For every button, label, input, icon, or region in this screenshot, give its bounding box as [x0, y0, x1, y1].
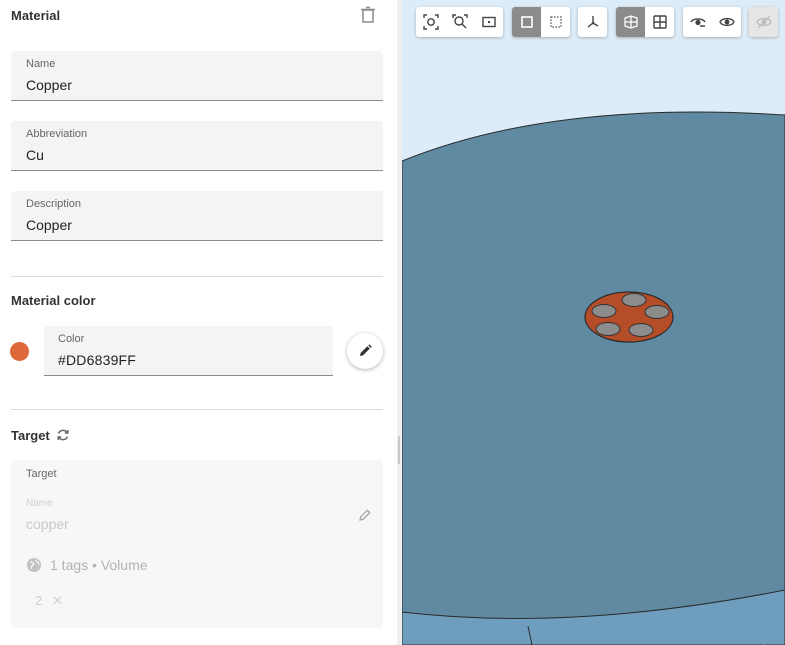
edit-color-button[interactable] [347, 333, 383, 369]
abbreviation-field[interactable]: Abbreviation Cu [11, 121, 383, 171]
3d-scene[interactable] [402, 0, 785, 645]
section-view-icon[interactable] [616, 7, 645, 37]
target-name-label: Name [26, 498, 53, 509]
target-section-title: Target [11, 428, 50, 443]
remove-tag-icon[interactable]: ✕ [52, 593, 63, 609]
hide-toolbar-group [749, 7, 778, 37]
model-body[interactable] [402, 111, 785, 645]
hole [644, 305, 670, 319]
show-all-icon[interactable] [712, 7, 741, 37]
hide-icon[interactable] [749, 7, 778, 37]
material-section-title: Material [11, 8, 61, 23]
pencil-icon [360, 344, 372, 356]
tag-chip: 2 [35, 593, 43, 608]
hole [595, 322, 621, 336]
abbreviation-field-label: Abbreviation [26, 128, 88, 140]
target-tags-text: 1 tags • Volume [50, 557, 148, 573]
zoom-to-box-icon[interactable] [474, 7, 503, 37]
zoom-to-selection-icon[interactable] [445, 7, 474, 37]
visibility-toolbar-group [683, 7, 741, 37]
section-toolbar-group [616, 7, 674, 37]
solid-view-icon[interactable] [512, 7, 541, 37]
show-hidden-icon[interactable] [683, 7, 712, 37]
color-field-label: Color [58, 333, 85, 345]
name-field-label: Name [26, 58, 56, 70]
name-field-value[interactable]: Copper [26, 77, 72, 93]
3d-viewer[interactable] [402, 0, 785, 645]
refresh-icon[interactable] [56, 428, 70, 442]
material-color-section-title: Material color [11, 293, 96, 308]
delete-icon[interactable] [360, 6, 376, 24]
hole [621, 293, 647, 307]
divider [11, 276, 383, 277]
divider [11, 409, 383, 410]
globe-icon [26, 557, 42, 578]
description-field-value[interactable]: Copper [26, 217, 72, 233]
color-swatch[interactable] [10, 342, 29, 361]
wireframe-view-icon[interactable] [541, 7, 570, 37]
description-field[interactable]: Description Copper [11, 191, 383, 241]
material-panel: Material Name Copper Abbreviation Cu Des… [0, 0, 397, 645]
zoom-toolbar-group [416, 7, 503, 37]
target-card: Target Name copper 1 tags • Volume 2 ✕ [11, 460, 383, 628]
zoom-to-fit-icon[interactable] [416, 7, 445, 37]
hole [628, 323, 654, 337]
axes-toolbar-group [578, 7, 607, 37]
grid-view-icon[interactable] [645, 7, 674, 37]
axes-icon[interactable] [578, 7, 607, 37]
description-field-label: Description [26, 198, 82, 210]
color-field-value[interactable]: #DD6839FF [58, 352, 136, 368]
splitter-grip[interactable] [398, 436, 400, 464]
hole [591, 304, 617, 318]
abbreviation-field-value[interactable]: Cu [26, 147, 44, 163]
color-field[interactable]: Color #DD6839FF [44, 326, 333, 376]
edit-target-icon[interactable] [358, 508, 372, 527]
render-mode-toolbar-group [512, 7, 570, 37]
name-field[interactable]: Name Copper [11, 51, 383, 101]
target-name-value: copper [26, 516, 69, 532]
target-card-label: Target [26, 468, 57, 480]
